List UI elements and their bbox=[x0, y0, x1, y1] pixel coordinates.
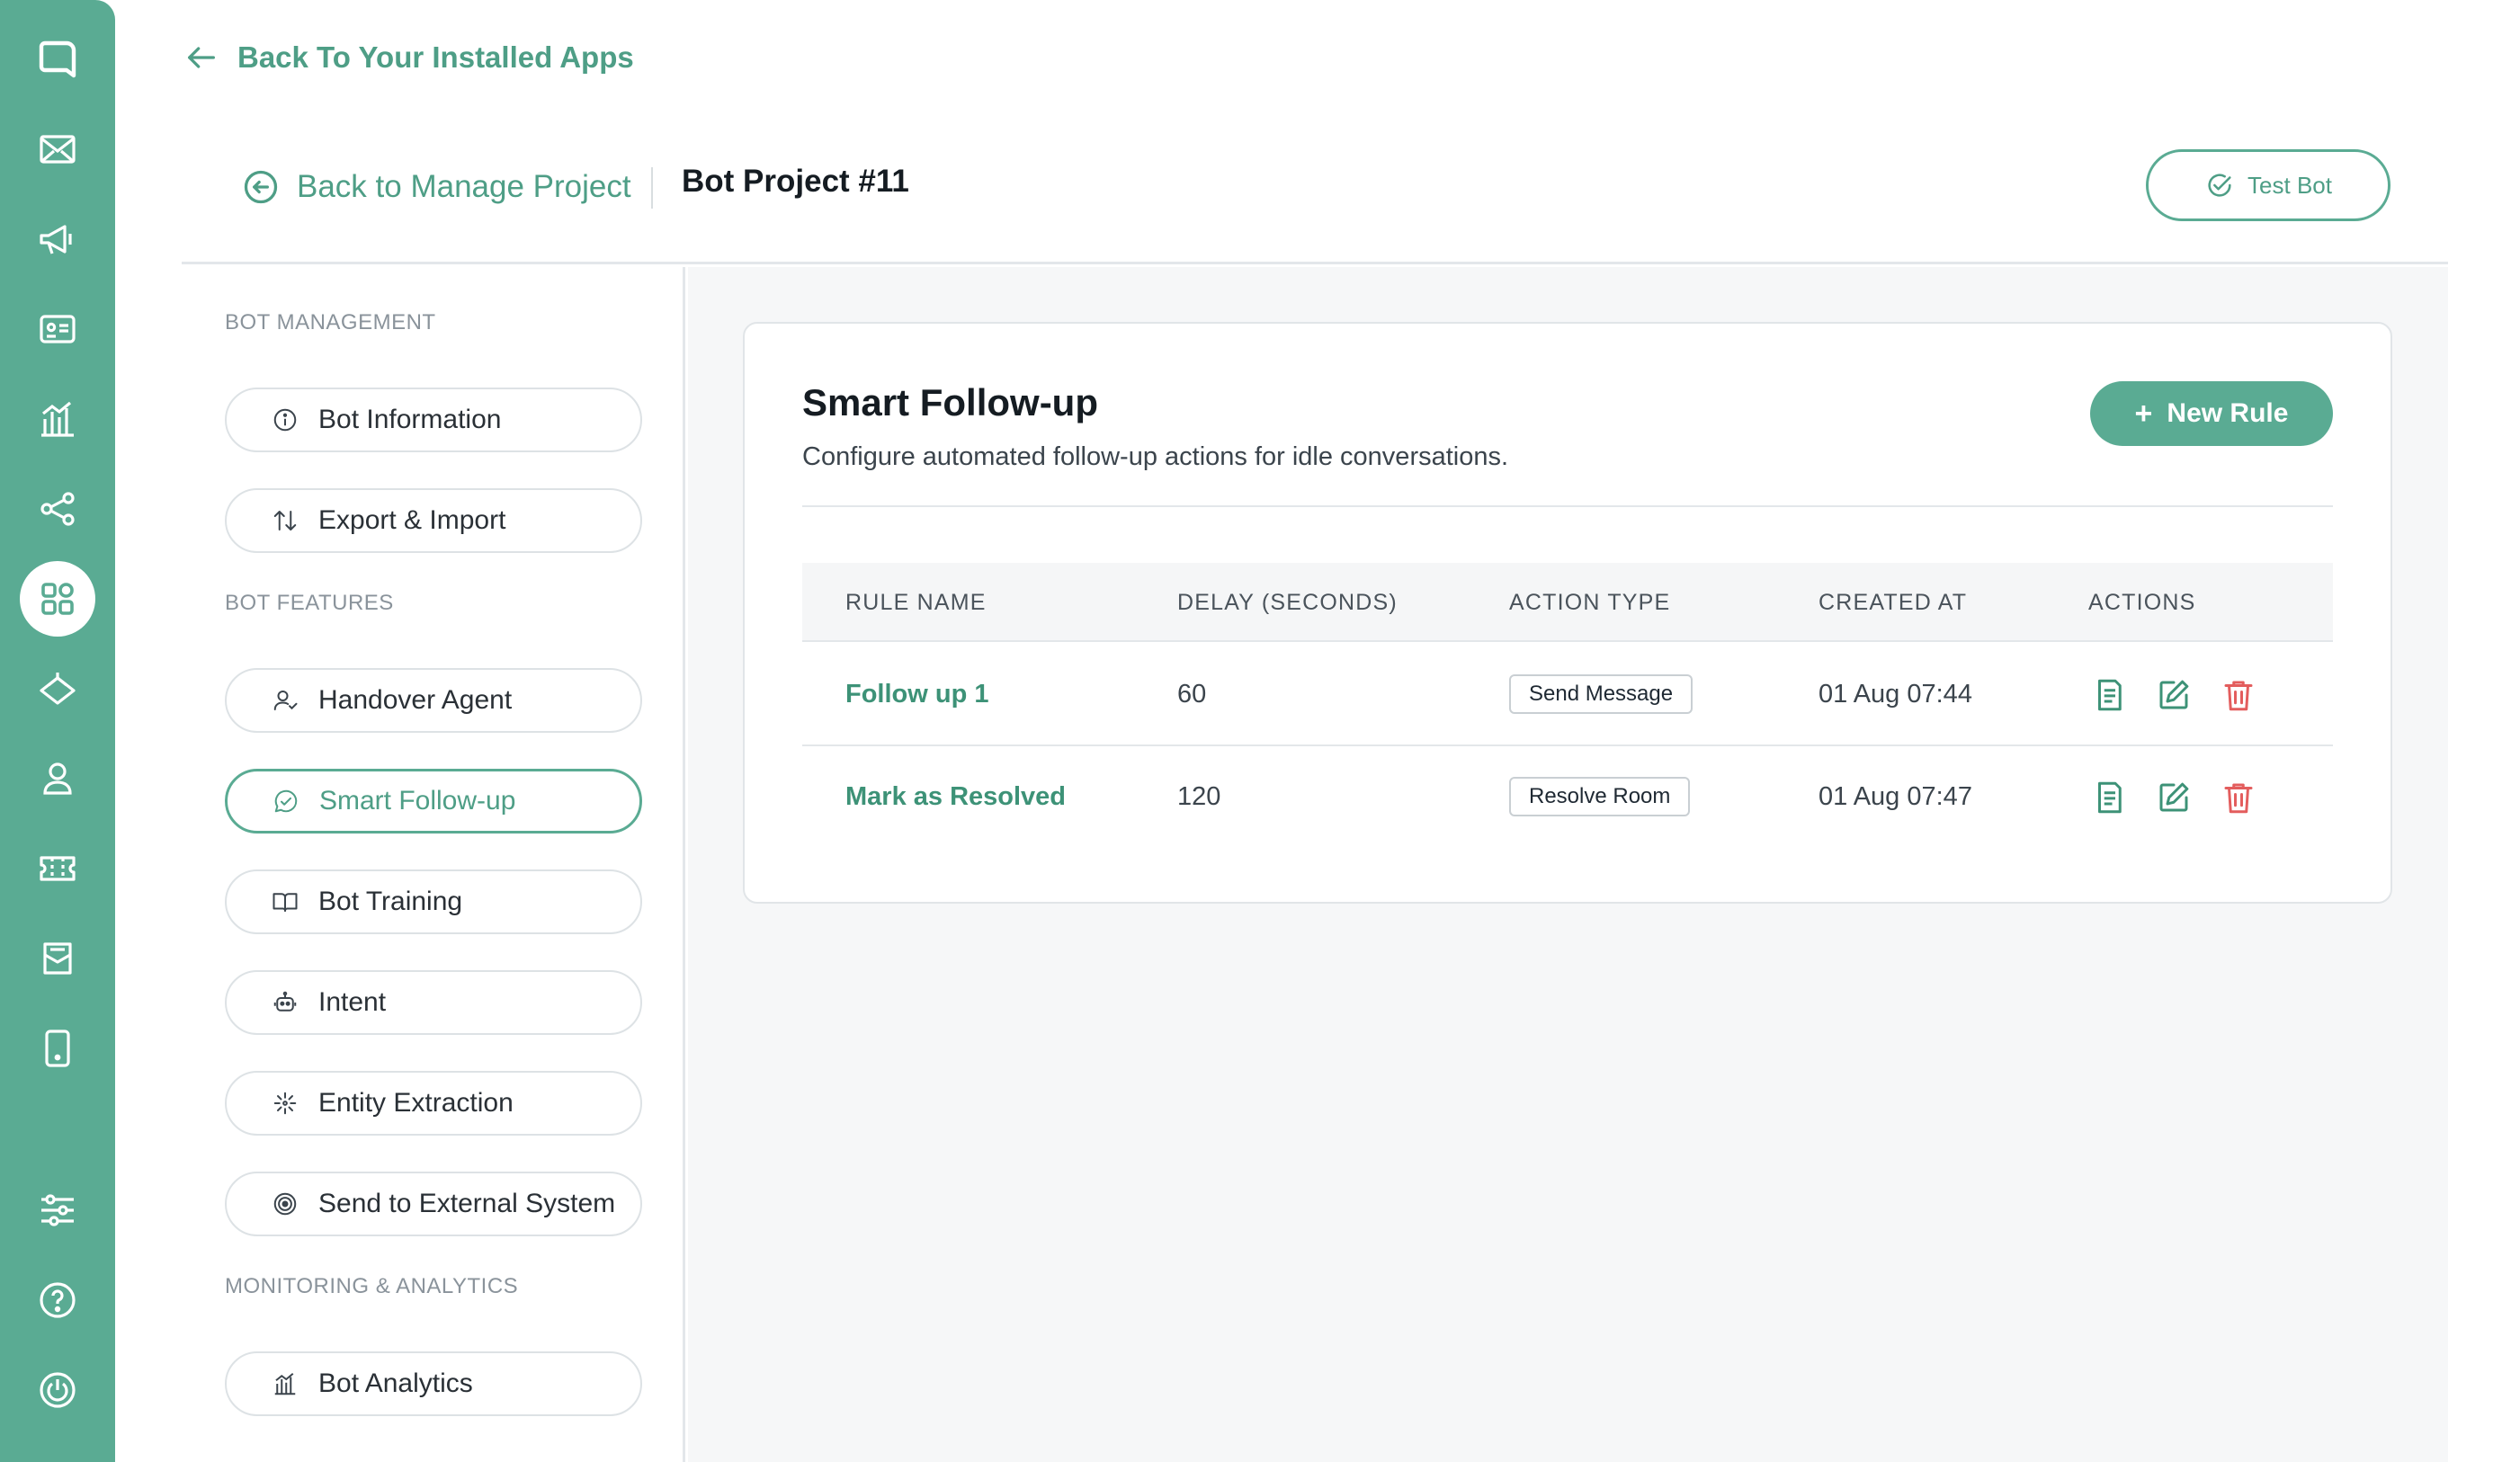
user-handover-icon bbox=[273, 691, 298, 710]
user-icon[interactable] bbox=[20, 741, 95, 816]
menu-item-smart-follow-up[interactable]: Smart Follow-up bbox=[225, 769, 642, 834]
section-heading-features: BOT FEATURES bbox=[225, 591, 394, 615]
target-icon bbox=[273, 1192, 297, 1216]
menu-item-send-to-external-system[interactable]: Send to External System bbox=[225, 1172, 642, 1236]
menu-item-label: Intent bbox=[318, 987, 387, 1017]
sparkle-icon bbox=[273, 1092, 297, 1115]
delete-icon[interactable] bbox=[2218, 674, 2259, 716]
column-header-delay: DELAY (SECONDS) bbox=[1177, 590, 1398, 615]
mobile-icon[interactable] bbox=[20, 1011, 95, 1086]
back-to-installed-apps-label: Back To Your Installed Apps bbox=[237, 40, 634, 74]
analytics-icon[interactable] bbox=[20, 381, 95, 457]
test-bot-label: Test Bot bbox=[2247, 171, 2332, 199]
smart-follow-up-card: Smart Follow-up Configure automated foll… bbox=[743, 322, 2392, 904]
rule-name-link[interactable]: Follow up 1 bbox=[845, 680, 989, 709]
rule-delay: 60 bbox=[1177, 680, 1207, 709]
header-divider bbox=[651, 167, 653, 209]
menu-item-label: Bot Information bbox=[318, 405, 502, 434]
column-header-created-at: CREATED AT bbox=[1819, 590, 1968, 615]
action-type-badge: Resolve Room bbox=[1509, 777, 1691, 816]
apps-grid-icon[interactable] bbox=[20, 561, 95, 637]
menu-item-intent[interactable]: Intent bbox=[225, 970, 642, 1035]
rule-created-at: 01 Aug 07:44 bbox=[1819, 680, 1972, 709]
menu-item-label: Entity Extraction bbox=[318, 1088, 514, 1118]
column-header-rule-name: RULE NAME bbox=[845, 590, 987, 615]
settings-sliders-icon[interactable] bbox=[20, 1172, 95, 1248]
menu-item-bot-information[interactable]: Bot Information bbox=[225, 388, 642, 452]
action-type-badge: Send Message bbox=[1509, 674, 1693, 714]
share-nodes-icon[interactable] bbox=[20, 471, 95, 547]
info-icon bbox=[273, 408, 297, 432]
card-title: Smart Follow-up bbox=[802, 381, 1098, 423]
chat-followup-icon bbox=[274, 789, 298, 813]
menu-item-label: Handover Agent bbox=[318, 685, 513, 715]
table-row: Follow up 1 60 Send Message 01 Aug 07:44 bbox=[802, 644, 2333, 746]
plus-icon: + bbox=[2134, 397, 2153, 431]
megaphone-icon[interactable] bbox=[20, 201, 95, 277]
rules-table-header: RULE NAME DELAY (SECONDS) ACTION TYPE CR… bbox=[802, 563, 2333, 642]
project-title: Bot Project #11 bbox=[682, 164, 909, 199]
rule-name-link[interactable]: Mark as Resolved bbox=[845, 782, 1066, 812]
bot-menu-panel: BOT MANAGEMENT Bot Information Export & … bbox=[182, 267, 685, 1462]
menu-item-export-import[interactable]: Export & Import bbox=[225, 488, 642, 553]
test-bot-button[interactable]: Test Bot bbox=[2146, 149, 2390, 221]
card-divider bbox=[802, 505, 2333, 507]
new-rule-label: New Rule bbox=[2167, 398, 2289, 428]
section-heading-monitoring: MONITORING & ANALYTICS bbox=[225, 1274, 519, 1298]
column-header-action-type: ACTION TYPE bbox=[1509, 590, 1671, 615]
circle-arrow-left-icon bbox=[244, 170, 278, 204]
menu-item-label: Send to External System bbox=[318, 1189, 616, 1218]
help-icon[interactable] bbox=[20, 1262, 95, 1338]
new-rule-button[interactable]: + New Rule bbox=[2090, 381, 2333, 446]
project-header: Back to Manage Project Bot Project #11 T… bbox=[182, 135, 2448, 264]
back-to-manage-project-link[interactable]: Back to Manage Project bbox=[241, 162, 631, 212]
arrow-left-icon bbox=[188, 47, 215, 68]
app-rail bbox=[0, 0, 115, 1462]
menu-item-entity-extraction[interactable]: Entity Extraction bbox=[225, 1071, 642, 1136]
mail-icon[interactable] bbox=[20, 111, 95, 187]
menu-item-handover-agent[interactable]: Handover Agent bbox=[225, 668, 642, 733]
view-details-icon[interactable] bbox=[2088, 674, 2130, 716]
section-heading-management: BOT MANAGEMENT bbox=[225, 310, 436, 334]
menu-item-label: Smart Follow-up bbox=[319, 786, 516, 816]
card-subtitle: Configure automated follow-up actions fo… bbox=[802, 442, 1509, 471]
back-to-manage-project-label: Back to Manage Project bbox=[297, 169, 631, 204]
back-to-installed-apps-link[interactable]: Back To Your Installed Apps bbox=[183, 32, 634, 83]
broadcast-icon[interactable] bbox=[20, 651, 95, 727]
rule-delay: 120 bbox=[1177, 782, 1221, 811]
delete-icon[interactable] bbox=[2218, 777, 2259, 818]
edit-icon[interactable] bbox=[2153, 777, 2194, 818]
robot-icon bbox=[273, 991, 297, 1012]
inbox-icon[interactable] bbox=[20, 921, 95, 996]
table-row: Mark as Resolved 120 Resolve Room 01 Aug… bbox=[802, 746, 2333, 849]
rule-created-at: 01 Aug 07:47 bbox=[1819, 782, 1972, 811]
menu-item-bot-training[interactable]: Bot Training bbox=[225, 869, 642, 934]
menu-item-bot-analytics[interactable]: Bot Analytics bbox=[225, 1351, 642, 1416]
check-circle-icon bbox=[2208, 174, 2231, 197]
contact-card-icon[interactable] bbox=[20, 291, 95, 367]
menu-item-label: Export & Import bbox=[318, 505, 506, 535]
column-header-actions: ACTIONS bbox=[2088, 590, 2196, 615]
view-details-icon[interactable] bbox=[2088, 777, 2130, 818]
book-icon bbox=[273, 893, 298, 912]
arrows-updown-icon bbox=[273, 511, 297, 530]
power-icon[interactable] bbox=[20, 1352, 95, 1428]
analytics-icon bbox=[274, 1372, 296, 1395]
ticket-icon[interactable] bbox=[20, 831, 95, 906]
chat-logo-icon[interactable] bbox=[20, 22, 95, 97]
menu-item-label: Bot Training bbox=[318, 887, 463, 916]
menu-item-label: Bot Analytics bbox=[318, 1368, 473, 1398]
edit-icon[interactable] bbox=[2153, 674, 2194, 716]
